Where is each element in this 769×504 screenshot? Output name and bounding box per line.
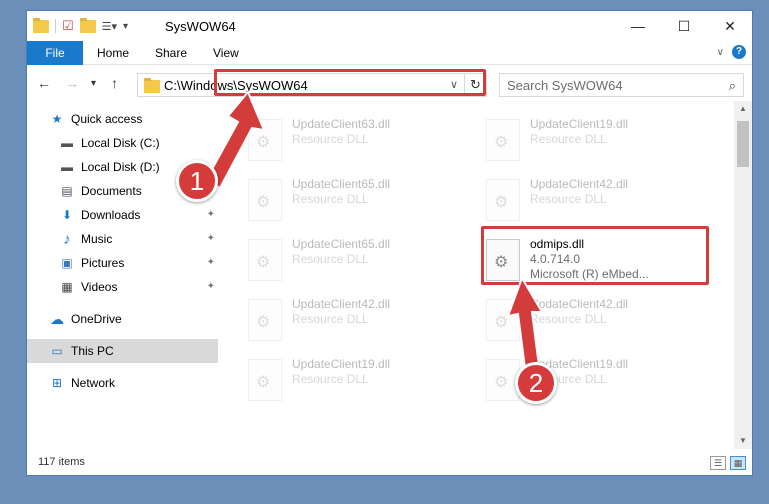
customize-icon[interactable]: ☰▾ (102, 20, 117, 33)
scroll-thumb[interactable] (737, 121, 749, 167)
sidebar-item-label: OneDrive (71, 312, 122, 326)
dll-file-icon (486, 179, 520, 221)
tab-view[interactable]: View (201, 41, 251, 65)
status-bar: 117 items ☰ ▦ (27, 451, 752, 475)
file-name: UpdateClient63.dll (292, 117, 391, 131)
tab-share[interactable]: Share (143, 41, 199, 65)
sidebar-item-label: Local Disk (C:) (81, 136, 160, 150)
pin-icon[interactable]: ✦ (207, 233, 215, 244)
sidebar-item-label: This PC (71, 344, 114, 358)
dll-file-icon (248, 239, 282, 281)
details-view-icon[interactable]: ☰ (710, 456, 726, 470)
videos-icon: ▦ (61, 280, 73, 294)
search-icon[interactable]: ⌕ (729, 78, 736, 94)
pin-icon[interactable]: ✦ (207, 209, 215, 220)
tiles-view-icon[interactable]: ▦ (730, 456, 746, 470)
drive-icon: ▬ (61, 136, 73, 150)
ribbon-tabs: File Home Share View ∨ ? (27, 41, 752, 65)
file-item[interactable]: UpdateClient65.dll Resource DLL (248, 235, 468, 291)
sidebar-item-label: Network (71, 376, 116, 390)
maximize-button[interactable]: ☐ (661, 11, 707, 41)
divider (55, 19, 56, 33)
file-item[interactable]: UpdateClient19.dll Resource DLL (486, 115, 706, 171)
up-button[interactable]: ↑ (111, 75, 118, 91)
back-button[interactable]: ← (37, 75, 51, 91)
sidebar-item-label: Videos (81, 280, 118, 294)
tab-home[interactable]: Home (85, 41, 141, 65)
sidebar-item-downloads[interactable]: ⬇ Downloads ✦ (59, 203, 217, 227)
help-icon[interactable]: ? (732, 45, 746, 59)
file-name: UpdateClient65.dll (292, 237, 391, 251)
sidebar-item-pictures[interactable]: ▣ Pictures ✦ (59, 251, 217, 275)
vertical-scrollbar[interactable]: ▲ ▼ (734, 101, 752, 449)
folder-icon (33, 17, 49, 33)
file-name: UpdateClient65.dll (292, 177, 391, 191)
sidebar-item-label: Pictures (81, 256, 125, 270)
minimize-button[interactable]: — (615, 11, 661, 41)
sidebar-item-onedrive[interactable]: ☁ OneDrive (49, 307, 209, 331)
pin-icon[interactable]: ✦ (207, 281, 215, 292)
sidebar-item-label: Music (81, 232, 113, 246)
sidebar-item-quick-access[interactable]: ★ Quick access (49, 107, 209, 131)
file-name: UpdateClient19.dll (530, 117, 629, 131)
scroll-up-icon[interactable]: ▲ (734, 101, 752, 117)
file-item[interactable]: UpdateClient19.dll Resource DLL (248, 355, 468, 411)
callout-badge-2: 2 (515, 362, 557, 404)
search-placeholder: Search SysWOW64 (507, 78, 623, 93)
search-input[interactable]: Search SysWOW64 ⌕ (499, 73, 744, 97)
chevron-down-icon[interactable]: ∨ (717, 47, 724, 58)
sidebar-item-network[interactable]: ⊞ Network (49, 371, 209, 395)
sidebar-item-label: Documents (81, 184, 142, 198)
new-folder-icon[interactable] (79, 17, 96, 33)
callout-badge-1: 1 (176, 160, 218, 202)
title-bar: ☑ ☰▾ ▾ SysWOW64 — ☐ ✕ (27, 11, 752, 41)
close-button[interactable]: ✕ (707, 11, 753, 41)
drive-icon: ▬ (61, 160, 73, 174)
cloud-icon: ☁ (50, 310, 64, 327)
file-item[interactable]: UpdateClient63.dll Resource DLL (248, 115, 468, 171)
sidebar-item-this-pc[interactable]: ▭ This PC (27, 339, 218, 363)
file-description: Resource DLL (292, 372, 369, 386)
file-description: Resource DLL (530, 132, 607, 146)
file-description: Resource DLL (292, 312, 369, 326)
quick-access-toolbar: ☑ ☰▾ ▾ (33, 17, 128, 34)
file-description: Resource DLL (292, 252, 369, 266)
file-name: UpdateClient19.dll (292, 357, 391, 371)
file-description: Resource DLL (292, 192, 369, 206)
sidebar-item-label: Downloads (81, 208, 141, 222)
sidebar-item-label: Local Disk (D:) (81, 160, 160, 174)
file-item[interactable]: UpdateClient65.dll Resource DLL (248, 175, 468, 231)
ribbon-controls: ∨ ? (717, 45, 746, 59)
sidebar-item-label: Quick access (71, 112, 143, 126)
properties-icon[interactable]: ☑ (62, 18, 74, 34)
sidebar-item-music[interactable]: ♪ Music ✦ (59, 227, 217, 251)
file-item[interactable]: UpdateClient42.dll Resource DLL (486, 175, 706, 231)
file-name: UpdateClient42.dll (530, 177, 629, 191)
recent-locations-button[interactable]: ▾ (91, 78, 96, 89)
dll-file-icon (248, 359, 282, 401)
dll-file-icon (486, 119, 520, 161)
download-icon: ⬇ (61, 208, 73, 222)
forward-button[interactable]: → (65, 75, 79, 91)
pictures-icon: ▣ (61, 256, 73, 270)
computer-icon: ▭ (51, 344, 63, 358)
dll-file-icon (248, 299, 282, 341)
file-description: Resource DLL (530, 192, 607, 206)
tab-file[interactable]: File (27, 41, 83, 65)
scroll-down-icon[interactable]: ▼ (734, 433, 752, 449)
folder-icon (144, 78, 160, 93)
file-item[interactable]: UpdateClient42.dll Resource DLL (248, 295, 468, 351)
file-description: Resource DLL (292, 132, 369, 146)
dropdown-icon[interactable]: ▾ (123, 21, 128, 32)
view-toggle: ☰ ▦ (710, 456, 746, 470)
item-count: 117 items (38, 456, 85, 468)
network-icon: ⊞ (51, 376, 63, 390)
window-title: SysWOW64 (165, 19, 236, 34)
music-icon: ♪ (63, 230, 71, 248)
star-icon: ★ (51, 112, 63, 126)
pin-icon[interactable]: ✦ (207, 257, 215, 268)
sidebar-item-videos[interactable]: ▦ Videos ✦ (59, 275, 217, 299)
file-name: UpdateClient42.dll (292, 297, 391, 311)
documents-icon: ▤ (61, 184, 73, 198)
